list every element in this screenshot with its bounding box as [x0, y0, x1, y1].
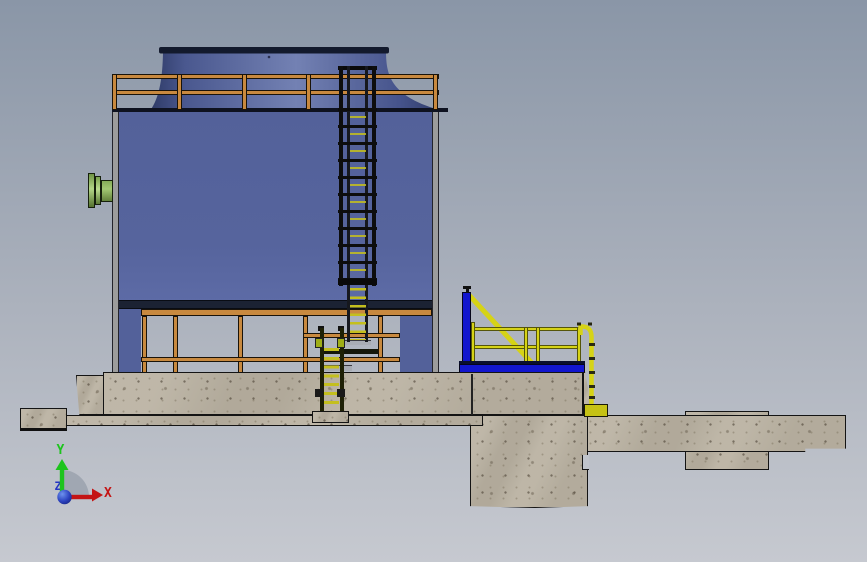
- frame-top-beam: [141, 309, 432, 316]
- pipe-joint: [589, 396, 595, 399]
- foundation-left-step: [76, 375, 104, 415]
- slab-joint-line: [471, 374, 473, 415]
- y-axis-arrowhead[interactable]: [55, 459, 69, 470]
- platform-rail-post: [471, 322, 475, 363]
- cage-hoops: [338, 108, 377, 286]
- fan-shroud[interactable]: [110, 45, 450, 115]
- roof-rail-post: [177, 74, 182, 110]
- roof-rail-top: [112, 74, 439, 79]
- frame-lower-rail: [141, 357, 400, 362]
- tank-bottom-band: [119, 300, 432, 309]
- frame-post: [142, 316, 147, 373]
- foundation-right-beam: [583, 415, 846, 452]
- roof-rail-post: [242, 74, 247, 110]
- foundation-deep-block: [470, 415, 588, 508]
- platform-rail-post: [536, 327, 540, 363]
- tank-left-end-wall: [119, 309, 141, 374]
- ladder-pedestal: [312, 411, 349, 423]
- x-axis-arrowhead[interactable]: [92, 488, 103, 502]
- frame-post: [378, 316, 383, 373]
- lower-ladder-rungs: [324, 348, 339, 408]
- flange-ring: [88, 173, 95, 208]
- flange-hub: [101, 180, 113, 202]
- view-orientation-triad[interactable]: Z X Y: [25, 430, 120, 515]
- roof-rail-post: [112, 74, 117, 110]
- frame-post: [238, 316, 243, 373]
- shroud-speck: [267, 55, 271, 59]
- pipe-joint: [589, 357, 595, 360]
- ladder-bracket: [337, 338, 345, 348]
- tank-left-corner-column: [112, 112, 119, 374]
- tank-right-end-wall: [400, 309, 432, 374]
- roof-rail-mid: [112, 90, 439, 95]
- ladder-clamp: [315, 389, 323, 397]
- roof-rail-post: [306, 74, 311, 110]
- pipe-joint: [589, 371, 595, 374]
- fan-shroud-bell: [150, 53, 443, 111]
- fan-shroud-rim: [159, 47, 389, 54]
- gooseneck-pipe: [577, 322, 594, 406]
- platform-post: [462, 292, 471, 372]
- platform-post-cap-stem: [466, 288, 469, 293]
- foundation-strip: [66, 415, 483, 426]
- roof-rail-post: [433, 74, 438, 110]
- ladder-clamp: [337, 389, 345, 397]
- tank-right-corner-column: [432, 112, 439, 374]
- pipe-joint: [589, 385, 595, 388]
- foundation-left-block: [20, 408, 67, 431]
- frame-post: [173, 316, 178, 373]
- deep-block-notch: [582, 455, 589, 470]
- platform-rail-post: [524, 327, 528, 363]
- frame-post: [303, 316, 308, 373]
- cad-viewport[interactable]: Z X Y: [0, 0, 867, 562]
- triad-origin-sphere[interactable]: [57, 489, 72, 505]
- ladder-rungs-below-cage: [350, 288, 366, 340]
- tank-body: [119, 112, 432, 302]
- pipe-joint: [589, 343, 595, 346]
- ladder-bracket: [315, 338, 323, 348]
- triad-y-label: Y: [57, 443, 65, 458]
- triad-x-label: X: [104, 486, 112, 501]
- junction-box: [584, 404, 608, 417]
- cage-bottom-band: [338, 279, 377, 285]
